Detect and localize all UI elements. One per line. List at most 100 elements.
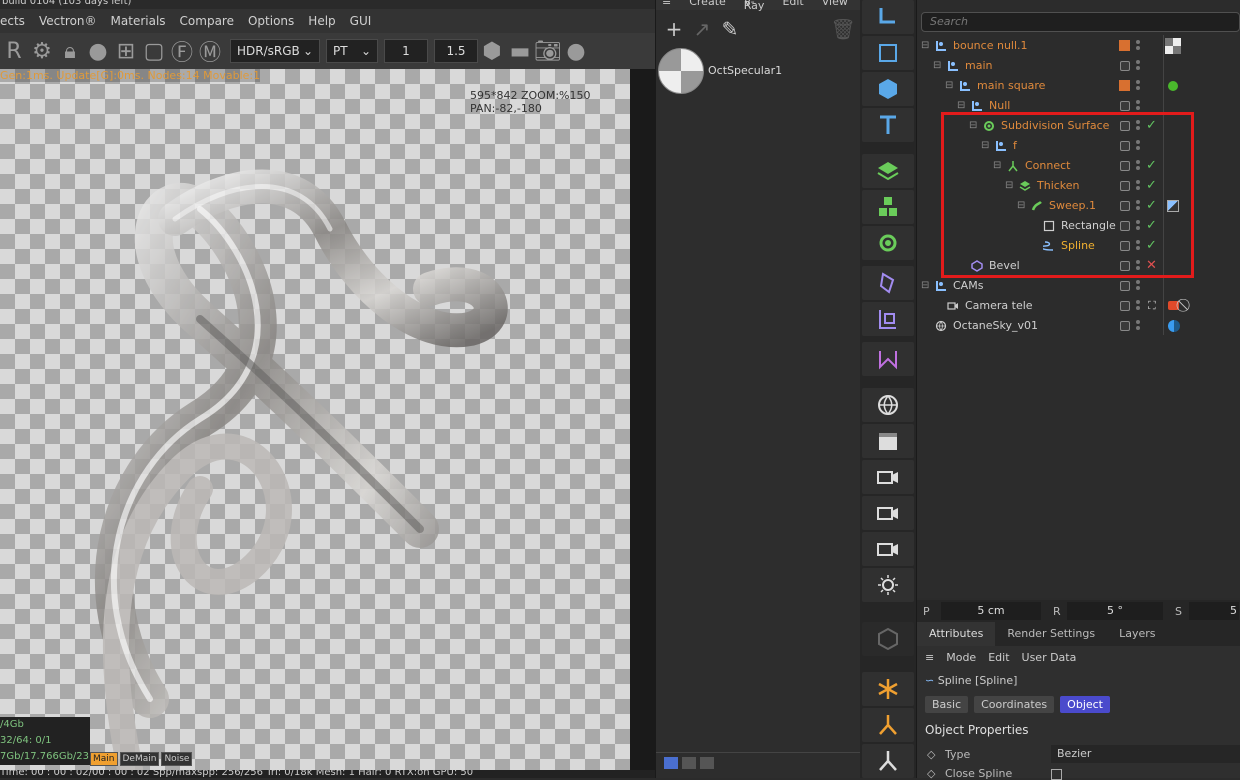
add-region-icon[interactable]: ⊞: [112, 37, 140, 65]
menu-edit[interactable]: Edit: [782, 0, 803, 10]
edit-toggle[interactable]: [1120, 321, 1130, 331]
object-row[interactable]: ⊟ CAMs: [917, 276, 1240, 296]
list-view-icon[interactable]: [664, 757, 678, 769]
collapse-icon[interactable]: ⊟: [921, 276, 929, 296]
type-select[interactable]: Bezier: [1051, 745, 1240, 763]
visibility-dots[interactable]: [1136, 78, 1142, 94]
edit-toggle[interactable]: [1120, 301, 1130, 311]
menu-gui[interactable]: GUI: [350, 14, 372, 28]
grid-view-icon[interactable]: [682, 757, 696, 769]
cubes-icon[interactable]: [862, 190, 914, 224]
search-input[interactable]: Search: [921, 12, 1240, 32]
hamburger-icon[interactable]: ≡: [662, 0, 671, 10]
null-object-icon[interactable]: [862, 0, 914, 34]
camera-icon[interactable]: [862, 496, 914, 530]
object-row[interactable]: OctaneSky_v01: [917, 316, 1240, 336]
lock-icon[interactable]: 🔒︎: [56, 37, 84, 65]
kernel-select[interactable]: PT ⌄: [326, 39, 378, 63]
rect-icon[interactable]: ▬: [506, 37, 534, 65]
menu-vray[interactable]: V-Ray: [744, 0, 765, 11]
tag-noise[interactable]: Noise: [161, 752, 193, 766]
focus-icon[interactable]: Ⓕ: [168, 37, 196, 66]
menu-vectron[interactable]: Vectron®: [39, 14, 97, 28]
visibility-dots[interactable]: [1136, 318, 1142, 334]
object-row[interactable]: ⊟ bounce null.1: [917, 36, 1240, 56]
joint-icon[interactable]: [862, 708, 914, 742]
visibility-dots[interactable]: [1136, 298, 1142, 314]
camera-st-icon[interactable]: [862, 460, 914, 494]
menu-compare[interactable]: Compare: [180, 14, 234, 28]
cube-icon[interactable]: [862, 72, 914, 106]
material-tag-icon[interactable]: [1165, 38, 1181, 54]
circle-icon[interactable]: ●: [562, 37, 590, 65]
tab-layers[interactable]: Layers: [1107, 622, 1167, 646]
object-row[interactable]: ⊟ main square: [917, 76, 1240, 96]
add-icon[interactable]: +: [662, 17, 686, 41]
value-a-field[interactable]: 1: [384, 39, 428, 63]
tab-render-settings[interactable]: Render Settings: [995, 622, 1107, 646]
edit-toggle[interactable]: [1120, 281, 1130, 291]
menu-view[interactable]: View: [822, 0, 848, 10]
menu-mode[interactable]: Mode: [946, 651, 976, 664]
light-icon[interactable]: [862, 568, 914, 602]
trash-icon[interactable]: 🗑︎: [830, 17, 855, 41]
close-spline-checkbox[interactable]: [1051, 769, 1062, 780]
menu-edit[interactable]: Edit: [988, 651, 1009, 664]
region-icon[interactable]: ▢: [140, 37, 168, 65]
clapper-icon[interactable]: [862, 424, 914, 458]
value-b-field[interactable]: 1.5: [434, 39, 478, 63]
menu-objects[interactable]: ects: [0, 14, 25, 28]
menu-help[interactable]: Help: [308, 14, 335, 28]
visibility-dots[interactable]: [1136, 38, 1142, 54]
r-value-field[interactable]: 5 °: [1067, 602, 1163, 620]
visibility-dots[interactable]: [1136, 278, 1142, 294]
layer-color-swatch[interactable]: [1119, 80, 1130, 91]
environment-tag-icon[interactable]: [1168, 320, 1180, 332]
deformer-icon[interactable]: [862, 266, 914, 300]
large-view-icon[interactable]: [700, 757, 714, 769]
hamburger-icon[interactable]: ≡: [925, 651, 934, 664]
hexagon-icon[interactable]: ⬢: [478, 37, 506, 65]
camera-icon[interactable]: 📷︎: [534, 37, 562, 65]
edit-toggle[interactable]: [1120, 101, 1130, 111]
camera-target-icon[interactable]: [862, 532, 914, 566]
r-icon[interactable]: R: [0, 37, 28, 65]
layer-color-swatch[interactable]: [1119, 40, 1130, 51]
tag-main[interactable]: Main: [90, 752, 118, 766]
green-tag-icon[interactable]: [1168, 81, 1178, 91]
object-row[interactable]: Camera tele ⛶ ⃠: [917, 296, 1240, 316]
octane-camera-tag-icon[interactable]: [1168, 301, 1179, 310]
collapse-icon[interactable]: ⊟: [945, 76, 953, 96]
globe-icon[interactable]: [862, 388, 914, 422]
sphere-icon[interactable]: ●: [84, 37, 112, 65]
tag-demain[interactable]: DeMain: [119, 752, 160, 766]
subtab-basic[interactable]: Basic: [925, 696, 969, 713]
layers-icon[interactable]: [862, 154, 914, 188]
render-viewport[interactable]: Gen:1ms. Update[G]:0ms. Nodes:14 Movable…: [0, 69, 630, 770]
menu-user-data[interactable]: User Data: [1022, 651, 1077, 664]
subdivision-icon[interactable]: [862, 226, 914, 260]
text-icon[interactable]: [862, 108, 914, 142]
p-value-field[interactable]: 5 cm: [941, 602, 1041, 620]
field-icon[interactable]: [862, 302, 914, 336]
material-picker-icon[interactable]: Ⓜ: [196, 37, 224, 66]
colorspace-select[interactable]: HDR/sRGB ⌄: [230, 39, 320, 63]
eyedropper-icon[interactable]: ✎: [718, 17, 742, 41]
tab-attributes[interactable]: Attributes: [917, 622, 996, 646]
object-row[interactable]: ⊟ main: [917, 56, 1240, 76]
edit-toggle[interactable]: [1120, 61, 1130, 71]
collapse-icon[interactable]: ⊟: [921, 36, 929, 56]
target-tag-icon[interactable]: ⛶: [1148, 296, 1156, 316]
collapse-icon[interactable]: ⊟: [933, 56, 941, 76]
cube-outline-icon[interactable]: [862, 36, 914, 70]
arrow-icon[interactable]: ↗: [690, 17, 714, 41]
menu-materials[interactable]: Materials: [111, 14, 166, 28]
material-item[interactable]: OctSpecular1: [656, 46, 861, 96]
joint-white-icon[interactable]: [862, 744, 914, 778]
subtab-coordinates[interactable]: Coordinates: [974, 696, 1055, 713]
disabled-tool-icon[interactable]: [862, 622, 914, 656]
gear-icon[interactable]: ⚙: [28, 37, 56, 65]
visibility-dots[interactable]: [1136, 58, 1142, 74]
subtab-object[interactable]: Object: [1060, 696, 1110, 713]
menu-options[interactable]: Options: [248, 14, 294, 28]
